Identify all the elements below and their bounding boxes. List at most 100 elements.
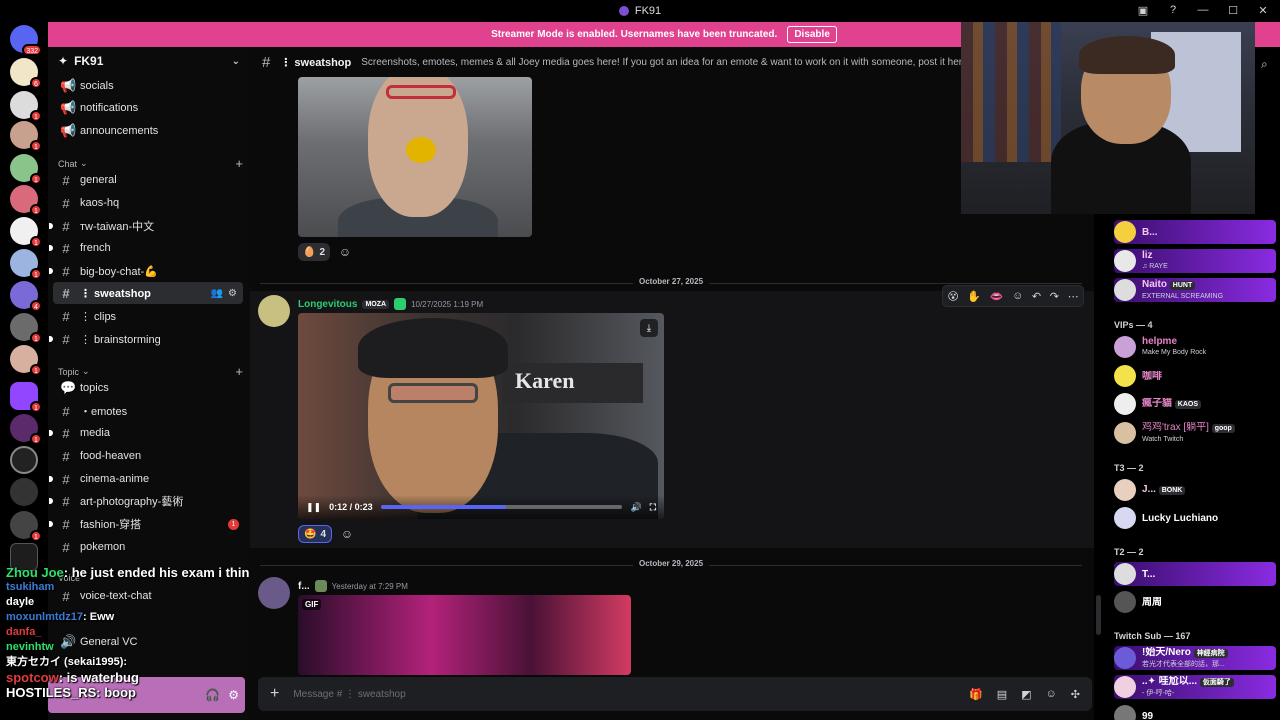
channel-big-boy-chat[interactable]: # big-boy-chat-💪 (49, 260, 243, 282)
channel-socials[interactable]: 📢 socials (53, 75, 243, 97)
avatar (1114, 479, 1136, 501)
add-reaction-icon[interactable]: ☺ (338, 525, 356, 543)
minimize-button[interactable]: — (1194, 2, 1212, 18)
message-image[interactable] (298, 77, 532, 237)
reaction-button[interactable]: 🥚 2 (298, 243, 331, 261)
video-controls: ❚❚ 0:12 / 0:23 🔊 ⛶ (298, 495, 664, 519)
member-item[interactable]: T... (1114, 562, 1276, 586)
channel-topics[interactable]: 💬 topics (53, 377, 243, 399)
message-username[interactable]: f... (298, 581, 310, 592)
member-item[interactable]: 鸡鸡'trax [躺平] goop Watch Twitch (1114, 421, 1276, 445)
search-icon[interactable]: ⌕ (1261, 57, 1268, 72)
explore-icon[interactable] (10, 446, 38, 474)
server-icon[interactable]: 1 (10, 414, 42, 445)
channel-notifications[interactable]: 📢 notifications (53, 97, 243, 119)
member-item[interactable]: helpme Make My Body Rock (1114, 335, 1276, 359)
member-item[interactable]: 99 (1114, 704, 1276, 720)
forward-icon[interactable]: ↷ (1050, 290, 1059, 303)
channel-fashion[interactable]: # fashion-穿搭 1 (49, 513, 243, 535)
member-item[interactable]: 瘋子貓 KAOS (1114, 392, 1276, 416)
server-icon[interactable] (10, 478, 38, 506)
member-name: !始天/Nero (1142, 646, 1191, 658)
channel-clips[interactable]: # ⋮ clips (53, 305, 243, 327)
gear-icon[interactable]: ⚙ (228, 288, 237, 299)
channel-kaos-hq[interactable]: # kaos-hq (53, 192, 243, 214)
member-item[interactable]: ..✦ 哇尬以... 仮面騎了 - 伊-哼-哈- (1114, 675, 1276, 699)
quick-reaction-icon[interactable]: ✋ (967, 290, 981, 303)
fullscreen-icon[interactable]: ⛶ (650, 502, 656, 513)
channel-brainstorming[interactable]: # ⋮ brainstorming (49, 328, 243, 350)
member-item[interactable]: Lucky Luchiano (1114, 506, 1276, 530)
server-icon[interactable]: 1 (10, 91, 42, 122)
gif-icon[interactable]: ▤ (997, 688, 1007, 701)
member-item[interactable]: 咖啡 (1114, 364, 1276, 388)
quick-reaction-icon[interactable]: 😵 (947, 290, 958, 303)
reply-icon[interactable]: ↶ (1032, 290, 1041, 303)
channel-general[interactable]: # general (53, 169, 243, 191)
reaction-button[interactable]: 🤩 4 (298, 525, 333, 543)
close-window-button[interactable]: ✕ (1254, 2, 1272, 18)
download-icon[interactable]: ⤓ (640, 319, 658, 337)
member-item[interactable]: liz ♫ RAYE (1114, 249, 1276, 273)
server-icon[interactable]: 1 (10, 313, 42, 344)
add-reaction-icon[interactable]: ☺ (336, 243, 354, 261)
scrollbar[interactable] (1096, 595, 1101, 635)
avatar[interactable] (258, 295, 290, 327)
channel-cinema-anime[interactable]: # cinema-anime (49, 468, 243, 490)
member-item[interactable]: Naito HUNT EXTERNAL SCREAMING (1114, 278, 1276, 302)
inbox-icon[interactable]: ▣ (1134, 2, 1152, 18)
channel-art-photography[interactable]: # art-photography-藝術 (49, 490, 243, 512)
member-item[interactable]: B... (1114, 220, 1276, 244)
member-item[interactable]: !始天/Nero 神經病院 若光才代表全部的話，那... (1114, 646, 1276, 670)
server-icon[interactable]: 1 (10, 185, 42, 216)
message-gif[interactable]: GIF (298, 595, 631, 675)
maximize-button[interactable]: ☐ (1224, 2, 1242, 18)
attach-plus-icon[interactable]: + (270, 685, 279, 703)
add-reaction-icon[interactable]: ☺ (1012, 290, 1023, 302)
channel-french[interactable]: # french (49, 237, 243, 259)
channel-pokemon[interactable]: # pokemon (53, 536, 243, 558)
direct-messages-icon[interactable]: 332 (10, 25, 42, 56)
server-icon[interactable]: 1 (10, 217, 42, 248)
channel-sweatshop[interactable]: # ⋮ sweatshop 👥 ⚙ (53, 282, 243, 304)
channel-tw-taiwan[interactable]: # тw-taiwan-中文 (49, 215, 243, 237)
server-icon[interactable]: 1 (10, 154, 42, 185)
hash-icon: # (62, 448, 70, 464)
disable-streamer-mode-button[interactable]: Disable (787, 26, 837, 43)
invite-icon[interactable]: 👥 (211, 288, 223, 299)
quick-reaction-icon[interactable]: 👄 (990, 290, 1004, 303)
member-item[interactable]: J... BONK (1114, 478, 1276, 502)
server-icon[interactable]: 6 (10, 58, 42, 89)
server-header[interactable]: ✦ FK91 ⌄ (48, 47, 250, 75)
volume-icon[interactable]: 🔊 (630, 502, 641, 513)
date-divider: October 27, 2025 (260, 277, 1082, 286)
channel-label: food-heaven (80, 450, 142, 462)
dm-badge: 332 (22, 44, 42, 56)
server-icon[interactable]: 1 (10, 345, 42, 376)
channel-media[interactable]: # media (49, 422, 243, 444)
overlay-chat-line: spotcow: is waterbug (6, 670, 256, 685)
server-icon[interactable]: 1 (10, 121, 42, 152)
server-icon[interactable]: 4 (10, 281, 42, 312)
gift-icon[interactable]: 🎁 (969, 688, 983, 701)
message-input[interactable]: Message # ⋮ sweatshop (293, 689, 405, 700)
pause-icon[interactable]: ❚❚ (306, 502, 321, 513)
server-icon[interactable]: 1 (10, 511, 42, 542)
help-icon[interactable]: ? (1164, 2, 1182, 18)
twitch-server-icon[interactable]: 1 (10, 382, 42, 413)
member-item[interactable]: 周周 (1114, 590, 1276, 614)
reaction-count: 2 (319, 246, 326, 258)
server-icon[interactable]: 1 (10, 249, 42, 280)
video-player[interactable]: Karen ⤓ ❚❚ 0:12 / 0:23 🔊 ⛶ (298, 313, 664, 519)
emoji-icon[interactable]: ☺ (1046, 688, 1057, 701)
more-options-icon[interactable]: ⋯ (1068, 290, 1079, 303)
avatar[interactable] (258, 577, 290, 609)
channel-announcements[interactable]: 📢 announcements (53, 120, 243, 142)
message-username[interactable]: Longevitous (298, 299, 357, 310)
apps-icon[interactable]: ✣ (1071, 688, 1080, 701)
sticker-icon[interactable]: ◩ (1021, 688, 1031, 701)
video-progress-bar[interactable] (380, 505, 623, 509)
channel-food-heaven[interactable]: # food-heaven (53, 445, 243, 467)
channel-label: notifications (80, 102, 139, 114)
channel-emotes[interactable]: # ・emotes (53, 400, 243, 422)
